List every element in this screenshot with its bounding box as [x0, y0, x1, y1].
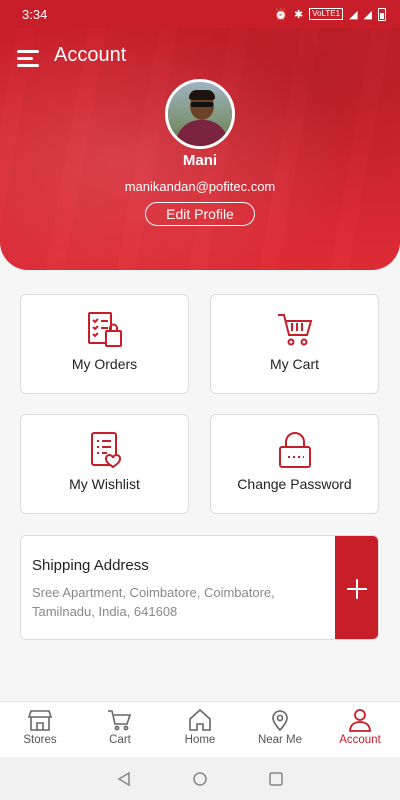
store-icon [27, 710, 53, 731]
avatar[interactable] [165, 79, 235, 149]
wishlist-icon [90, 432, 121, 469]
nav-account[interactable]: Account [320, 702, 400, 757]
profile-header: Account Mani manikandan@pofitec.com Edit… [0, 0, 400, 270]
alarm-icon: ⏰ [274, 8, 288, 21]
bottom-navigation: Stores Cart Home Near Me Account [0, 701, 400, 757]
user-name: Mani [182, 152, 218, 169]
nav-label: Near Me [257, 734, 303, 746]
nav-label: Stores [23, 734, 57, 746]
nav-label: Account [339, 734, 381, 746]
location-pin-icon [272, 710, 288, 732]
nav-label: Cart [109, 734, 131, 746]
battery-icon [378, 7, 386, 21]
my-wishlist-card[interactable]: My Wishlist [20, 414, 189, 514]
nav-home[interactable]: Home [160, 702, 240, 757]
nav-stores[interactable]: Stores [0, 702, 80, 757]
system-navigation [0, 757, 400, 800]
card-label: My Orders [71, 356, 138, 372]
user-icon [349, 709, 371, 732]
my-cart-card[interactable]: My Cart [210, 294, 379, 394]
status-bar: 3:34 ⏰ ✱ VoLTE1 ◢ ◢ [0, 0, 400, 28]
nav-label: Home [184, 734, 216, 746]
change-password-card[interactable]: Change Password [210, 414, 379, 514]
volte-badge: VoLTE1 [309, 8, 344, 20]
edit-profile-button[interactable]: Edit Profile [145, 202, 255, 226]
shipping-address: Sree Apartment, Coimbatore, Coimbatore, … [32, 585, 275, 619]
card-label: My Cart [270, 356, 319, 372]
back-icon[interactable] [116, 771, 132, 787]
shipping-title: Shipping Address [32, 557, 149, 574]
cart-icon [277, 314, 312, 346]
recents-icon[interactable] [268, 771, 284, 787]
bluetooth-icon: ✱ [293, 8, 304, 21]
add-address-button[interactable] [335, 536, 378, 639]
menu-icon[interactable] [17, 50, 39, 67]
home-circle-icon[interactable] [192, 771, 208, 787]
cart-icon [108, 710, 132, 731]
page-title: Account [54, 44, 127, 66]
my-orders-card[interactable]: My Orders [20, 294, 189, 394]
lock-icon [278, 432, 311, 468]
plus-icon [346, 578, 367, 599]
nav-cart[interactable]: Cart [80, 702, 160, 757]
signal-icon: ◢ [349, 8, 358, 21]
card-label: Change Password [237, 476, 352, 492]
status-time: 3:34 [22, 6, 48, 22]
signal-icon-2: ◢ [363, 8, 372, 21]
user-email: manikandan@pofitec.com [124, 179, 276, 194]
orders-icon [87, 312, 122, 347]
shipping-address-card[interactable]: Shipping Address Sree Apartment, Coimbat… [20, 535, 379, 640]
home-icon [189, 708, 211, 731]
nav-near-me[interactable]: Near Me [240, 702, 320, 757]
card-label: My Wishlist [69, 476, 140, 492]
